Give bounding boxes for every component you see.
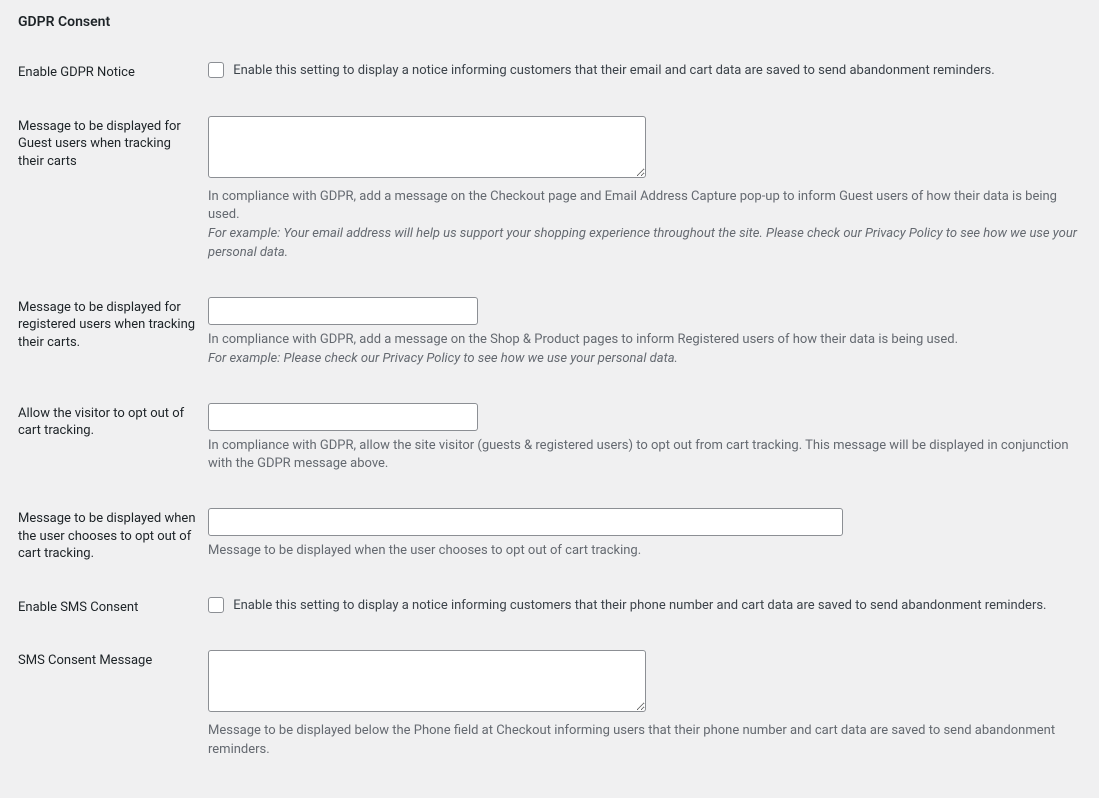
reg-msg-example: For example: Please check our Privacy Po… [208, 351, 678, 366]
opt-out-label: Allow the visitor to opt out of cart tra… [18, 393, 208, 499]
opt-out-desc: In compliance with GDPR, allow the site … [208, 437, 1081, 475]
sms-msg-desc: Message to be displayed below the Phone … [208, 722, 1081, 760]
enable-sms-checkbox[interactable] [208, 597, 224, 613]
reg-msg-desc: In compliance with GDPR, add a message o… [208, 332, 958, 347]
guest-msg-desc: In compliance with GDPR, add a message o… [208, 189, 1057, 223]
enable-gdpr-desc: Enable this setting to display a notice … [233, 63, 994, 78]
settings-table: Enable GDPR Notice Enable this setting t… [18, 52, 1081, 784]
enable-gdpr-checkbox[interactable] [208, 62, 224, 78]
sms-msg-label: SMS Consent Message [18, 640, 208, 784]
guest-msg-label: Message to be displayed for Guest users … [18, 106, 208, 287]
opt-out-input[interactable] [208, 403, 478, 431]
opt-out-msg-input[interactable] [208, 508, 843, 536]
enable-sms-label: Enable SMS Consent [18, 587, 208, 641]
guest-msg-example: For example: Your email address will hel… [208, 226, 1077, 260]
sms-msg-textarea[interactable] [208, 650, 646, 712]
opt-out-msg-label: Message to be displayed when the user ch… [18, 498, 208, 587]
reg-msg-label: Message to be displayed for registered u… [18, 287, 208, 393]
reg-msg-input[interactable] [208, 297, 478, 325]
guest-msg-textarea[interactable] [208, 116, 646, 178]
section-heading: GDPR Consent [18, 14, 1081, 30]
enable-sms-desc: Enable this setting to display a notice … [233, 598, 1046, 613]
enable-gdpr-label: Enable GDPR Notice [18, 52, 208, 106]
opt-out-msg-desc: Message to be displayed when the user ch… [208, 542, 1081, 561]
